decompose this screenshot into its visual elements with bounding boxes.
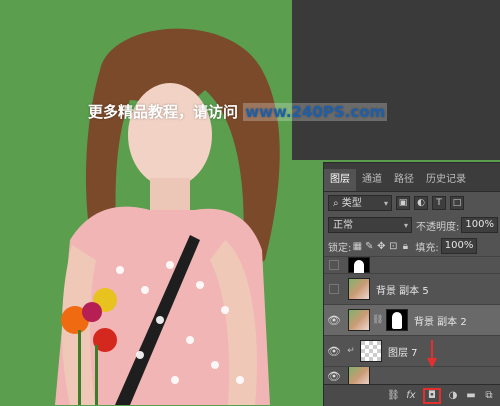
link-layers-icon[interactable]: ⛓︎ (387, 390, 400, 401)
lock-brush-icon[interactable]: ✎ (363, 241, 375, 252)
chain-link-icon[interactable]: ⛓︎ (372, 315, 383, 325)
fx-icon[interactable]: fx (405, 390, 417, 401)
visibility-toggle[interactable] (329, 284, 339, 294)
layer-row-selected[interactable]: 👁︎ ⛓︎ 背景 副本 2 (324, 304, 500, 335)
filter-type-label: 类型 (341, 198, 362, 209)
lock-row: 锁定: ▦ ✎ ✥ ⊡ 🔒︎ 填充: 100% (324, 238, 500, 254)
layer-thumbnail (348, 257, 370, 273)
tab-layers[interactable]: 图层 (324, 169, 356, 191)
opacity-input[interactable]: 100% (461, 217, 498, 233)
filter-shape-icon[interactable]: □ (450, 196, 464, 210)
new-layer-icon[interactable]: ⧉ (483, 390, 495, 401)
lock-artboard-icon[interactable]: ⊡ (387, 241, 399, 252)
layer-mask-thumbnail[interactable] (386, 309, 408, 331)
layer-thumbnail (348, 278, 370, 300)
fill-input[interactable]: 100% (440, 238, 478, 254)
tab-channels[interactable]: 通道 (356, 169, 388, 191)
blend-mode-label: 正常 (333, 220, 353, 231)
eye-icon[interactable]: 👁︎ (324, 370, 344, 383)
layer-name[interactable]: 背景 副本 2 (414, 313, 467, 328)
layer-thumbnail (348, 309, 370, 331)
visibility-toggle[interactable] (329, 260, 339, 270)
fill-label: 填充: (415, 242, 439, 254)
eye-icon[interactable]: 👁︎ (324, 314, 344, 327)
filter-type-icon[interactable]: T (432, 196, 446, 210)
search-icon: ⌕ (333, 198, 339, 209)
clip-arrow-icon: ↵ (347, 346, 355, 356)
lock-all-icon[interactable]: 🔒︎ (399, 241, 411, 252)
filter-pixel-icon[interactable]: ▣ (396, 196, 410, 210)
filter-adjust-icon[interactable]: ◐ (414, 196, 428, 210)
blend-mode-select[interactable]: 正常 ▾ (328, 217, 412, 233)
layer-thumbnail (348, 367, 370, 385)
folder-icon[interactable]: ▬ (465, 390, 477, 401)
layer-row-partial[interactable] (324, 256, 500, 273)
layer-row[interactable]: 背景 副本 5 (324, 273, 500, 304)
layers-panel: 图层 通道 路径 历史记录 ⌕ 类型 ▾ ▣ ◐ T □ 正常 ▾ 不透明度: … (323, 162, 500, 406)
filter-type-select[interactable]: ⌕ 类型 ▾ (328, 195, 392, 211)
panel-tabs: 图层 通道 路径 历史记录 (324, 163, 500, 192)
lock-transparent-icon[interactable]: ▦ (351, 241, 363, 252)
lock-label: 锁定: (328, 242, 352, 254)
filter-row: ⌕ 类型 ▾ ▣ ◐ T □ (324, 195, 500, 211)
panel-footer: ⛓︎ fx ◘ ◑ ▬ ⧉ (324, 384, 500, 406)
chevron-down-icon: ▾ (383, 199, 388, 208)
layer-row[interactable]: 👁︎ ↵ 图层 7 (324, 335, 500, 366)
layer-row-partial[interactable]: 👁︎ (324, 366, 500, 385)
watermark-url[interactable]: www.240PS.com (243, 103, 388, 121)
tab-history[interactable]: 历史记录 (420, 169, 472, 191)
adjustment-icon[interactable]: ◑ (447, 390, 459, 401)
blend-row: 正常 ▾ 不透明度: 100% (324, 217, 500, 233)
layer-name[interactable]: 图层 7 (388, 344, 418, 359)
layer-name[interactable]: 背景 副本 5 (376, 282, 429, 297)
opacity-label: 不透明度: (416, 221, 460, 233)
red-arrow-icon (427, 340, 437, 368)
layer-thumbnail (360, 340, 382, 362)
eye-icon[interactable]: 👁︎ (324, 345, 344, 358)
tab-paths[interactable]: 路径 (388, 169, 420, 191)
watermark-cn: 更多精品教程，请访问 (88, 103, 239, 121)
lock-move-icon[interactable]: ✥ (375, 241, 387, 252)
watermark-text: 更多精品教程，请访问 www.240PS.com (88, 101, 388, 122)
chevron-down-icon: ▾ (403, 221, 408, 230)
add-mask-icon[interactable]: ◘ (423, 387, 441, 404)
face-shape (128, 83, 212, 187)
